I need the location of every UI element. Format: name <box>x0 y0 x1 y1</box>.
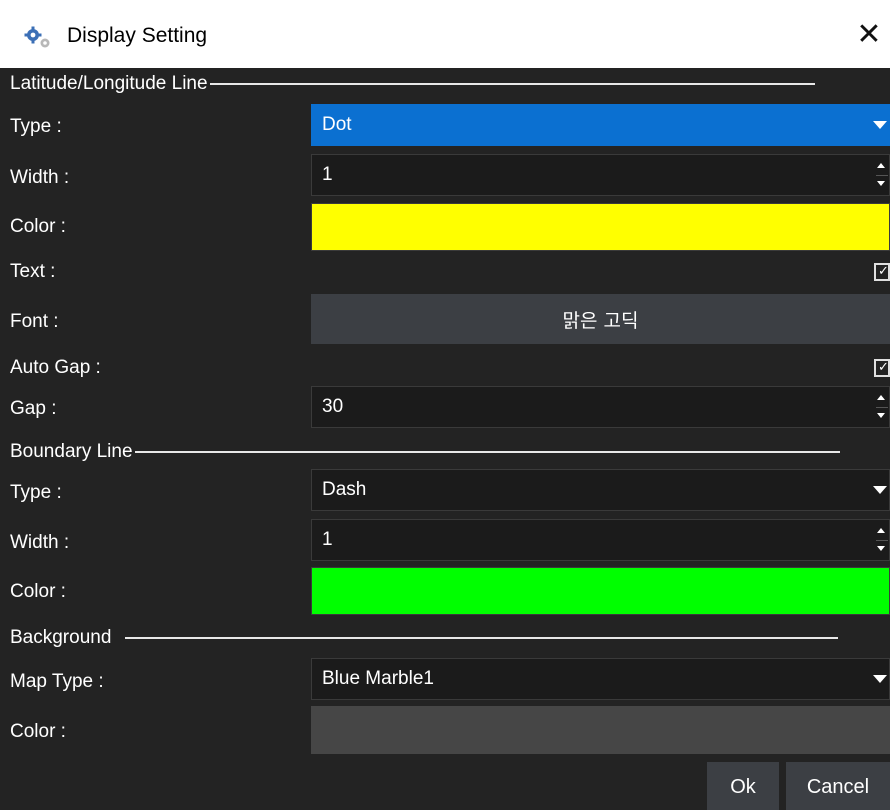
autogap-label: Auto Gap : <box>10 357 101 378</box>
boundary-color-swatch[interactable] <box>311 567 890 615</box>
dialog-content: Latitude/Longitude Line Type : Dot Width… <box>0 68 890 810</box>
section-divider <box>134 451 840 453</box>
spin-up-icon[interactable] <box>877 163 885 168</box>
boundary-width-label: Width : <box>10 532 70 553</box>
title-bar: Display Setting ✕ <box>0 0 890 68</box>
background-color-swatch[interactable] <box>311 706 890 754</box>
spin-separator <box>876 540 888 541</box>
spin-down-icon[interactable] <box>877 181 885 186</box>
boundary-type-label: Type : <box>10 482 62 503</box>
checkmark-icon: ✓ <box>878 264 889 279</box>
latlon-color-swatch[interactable] <box>311 203 890 251</box>
boundary-type-select[interactable]: Dash <box>311 469 890 511</box>
latlon-color-label: Color : <box>10 216 66 237</box>
latlon-font-label: Font : <box>10 311 59 332</box>
section-title: Latitude/Longitude Line <box>10 73 208 94</box>
spin-up-icon[interactable] <box>877 528 885 533</box>
boundary-color-label: Color : <box>10 581 66 602</box>
autogap-checkbox[interactable]: ✓ <box>874 359 890 377</box>
spin-up-icon[interactable] <box>877 395 885 400</box>
latlon-type-value: Dot <box>322 114 352 135</box>
latlon-width-label: Width : <box>10 167 70 188</box>
chevron-down-icon[interactable] <box>873 675 887 683</box>
cancel-button[interactable]: Cancel <box>786 762 890 810</box>
checkmark-icon: ✓ <box>878 360 889 375</box>
section-divider <box>125 637 839 639</box>
latlon-width-stepper[interactable]: 1 <box>311 154 890 196</box>
section-boundary: Boundary Line <box>10 440 840 464</box>
latlon-text-checkbox[interactable]: ✓ <box>874 263 890 281</box>
section-background: Background <box>10 626 839 650</box>
font-picker-button[interactable]: 맑은 고딕 <box>311 294 890 344</box>
background-color-label: Color : <box>10 721 66 742</box>
spin-separator <box>876 175 888 176</box>
gap-stepper[interactable]: 30 <box>311 386 890 428</box>
section-latlon: Latitude/Longitude Line <box>10 72 815 96</box>
spin-down-icon[interactable] <box>877 413 885 418</box>
close-icon[interactable]: ✕ <box>852 18 886 52</box>
gap-value: 30 <box>322 396 344 417</box>
maptype-select[interactable]: Blue Marble1 <box>311 658 890 700</box>
latlon-width-value: 1 <box>322 164 333 185</box>
ok-button[interactable]: Ok <box>707 762 779 810</box>
section-divider <box>209 83 815 85</box>
boundary-width-value: 1 <box>322 529 333 550</box>
maptype-label: Map Type : <box>10 671 104 692</box>
maptype-value: Blue Marble1 <box>322 668 434 689</box>
latlon-text-label: Text : <box>10 261 56 282</box>
chevron-down-icon[interactable] <box>873 121 887 129</box>
chevron-down-icon[interactable] <box>873 486 887 494</box>
latlon-type-label: Type : <box>10 116 62 137</box>
spin-down-icon[interactable] <box>877 546 885 551</box>
boundary-width-stepper[interactable]: 1 <box>311 519 890 561</box>
window-title: Display Setting <box>67 24 208 47</box>
boundary-type-value: Dash <box>322 479 367 500</box>
latlon-type-select[interactable]: Dot <box>311 104 890 146</box>
section-title: Background <box>10 627 112 648</box>
gap-label: Gap : <box>10 398 57 419</box>
section-title: Boundary Line <box>10 441 133 462</box>
gears-icon <box>24 26 50 48</box>
spin-separator <box>876 407 888 408</box>
